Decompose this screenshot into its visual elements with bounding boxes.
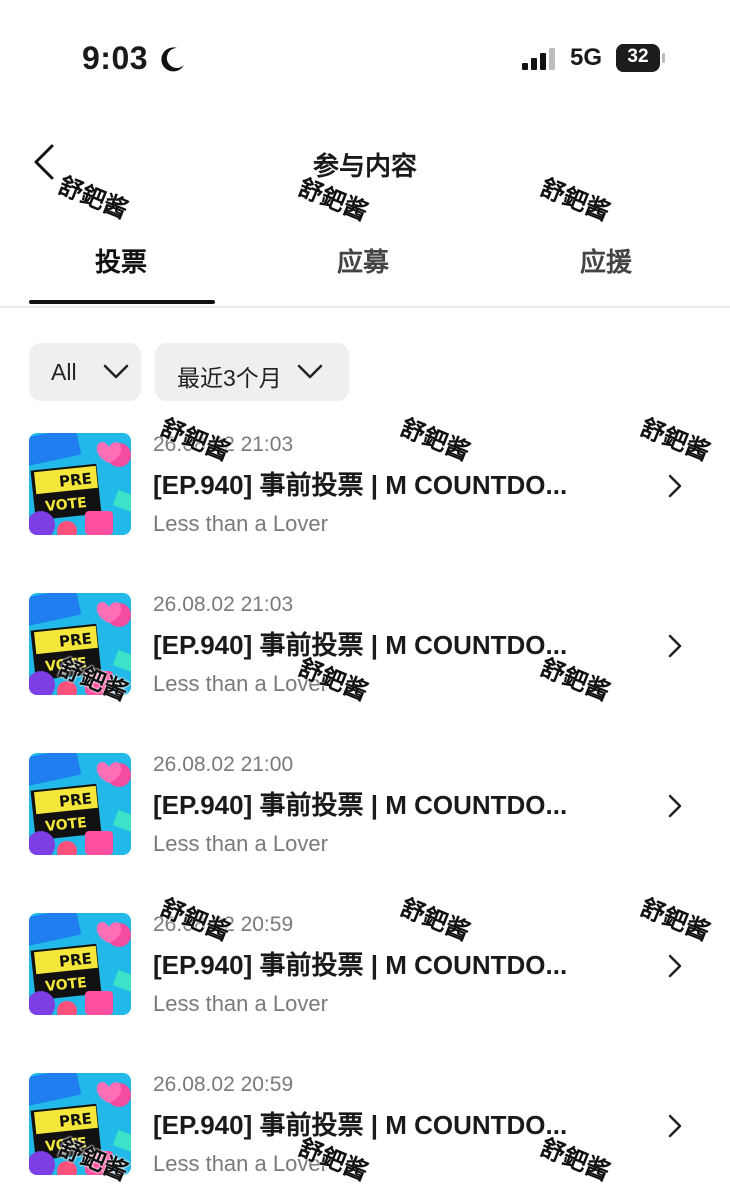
item-title: [EP.940] 事前投票 | M COUNTDO... bbox=[153, 950, 568, 980]
category-filter-label: All bbox=[51, 359, 77, 385]
item-date: 26.08.02 20:59 bbox=[153, 1073, 294, 1096]
prevote-thumbnail: PRE VOTE bbox=[29, 913, 131, 1015]
list-item[interactable]: PRE VOTE 26.08.02 20:59 [EP.940] 事前投票 | … bbox=[0, 1073, 730, 1193]
active-tab-indicator bbox=[29, 300, 215, 304]
item-title: [EP.940] 事前投票 | M COUNTDO... bbox=[153, 470, 568, 500]
thumb-line1: PRE bbox=[58, 629, 92, 650]
chevron-right-icon bbox=[668, 954, 682, 978]
chevron-right-icon bbox=[668, 1114, 682, 1138]
prevote-thumbnail: PRE VOTE bbox=[29, 1073, 131, 1175]
item-date: 26.08.02 21:03 bbox=[153, 593, 294, 616]
prevote-thumbnail: PRE VOTE bbox=[29, 593, 131, 695]
item-subtitle: Less than a Lover bbox=[153, 511, 328, 536]
period-filter-label: 最近3个月 bbox=[177, 365, 282, 391]
prevote-thumbnail: PRE VOTE bbox=[29, 433, 131, 535]
item-subtitle: Less than a Lover bbox=[153, 991, 328, 1016]
item-subtitle: Less than a Lover bbox=[153, 671, 328, 696]
moon-icon bbox=[161, 47, 184, 72]
item-title: [EP.940] 事前投票 | M COUNTDO... bbox=[153, 790, 568, 820]
tab-support[interactable]: 应援 bbox=[580, 242, 632, 279]
tab-apply[interactable]: 应募 bbox=[337, 242, 389, 279]
item-subtitle: Less than a Lover bbox=[153, 1151, 328, 1176]
prevote-thumbnail: PRE VOTE bbox=[29, 753, 131, 855]
status-time: 9:03 bbox=[82, 40, 149, 76]
tab-vote[interactable]: 投票 bbox=[95, 242, 147, 279]
thumb-line1: PRE bbox=[58, 949, 92, 970]
signal-icon bbox=[522, 48, 555, 70]
item-date: 26.08.02 20:59 bbox=[153, 913, 294, 936]
network-type: 5G bbox=[570, 44, 603, 71]
battery-level: 32 bbox=[627, 46, 649, 67]
chevron-down-icon bbox=[103, 364, 129, 379]
item-title: [EP.940] 事前投票 | M COUNTDO... bbox=[153, 1110, 568, 1140]
list-item[interactable]: PRE VOTE 26.08.02 20:59 [EP.940] 事前投票 | … bbox=[0, 913, 730, 1033]
status-bar: 9:03 5G 32 bbox=[0, 0, 730, 110]
category-filter-dropdown[interactable]: All bbox=[29, 343, 141, 401]
tab-bar: 投票 应募 应援 bbox=[0, 230, 730, 308]
item-date: 26.08.02 21:03 bbox=[153, 433, 294, 456]
thumb-line1: PRE bbox=[58, 469, 92, 490]
item-title: [EP.940] 事前投票 | M COUNTDO... bbox=[153, 630, 568, 660]
list-item[interactable]: PRE VOTE 26.08.02 21:03 [EP.940] 事前投票 | … bbox=[0, 433, 730, 553]
thumb-line1: PRE bbox=[58, 1109, 92, 1130]
chevron-right-icon bbox=[668, 634, 682, 658]
page-title: 参与内容 bbox=[312, 151, 417, 181]
period-filter-dropdown[interactable]: 最近3个月 bbox=[155, 343, 349, 401]
chevron-right-icon bbox=[668, 794, 682, 818]
item-subtitle: Less than a Lover bbox=[153, 831, 328, 856]
item-date: 26.08.02 21:00 bbox=[153, 753, 294, 776]
list-item[interactable]: PRE VOTE 26.08.02 21:00 [EP.940] 事前投票 | … bbox=[0, 753, 730, 873]
chevron-right-icon bbox=[668, 474, 682, 498]
thumb-line1: PRE bbox=[58, 789, 92, 810]
list-item[interactable]: PRE VOTE 26.08.02 21:03 [EP.940] 事前投票 | … bbox=[0, 593, 730, 713]
chevron-down-icon bbox=[297, 364, 323, 379]
